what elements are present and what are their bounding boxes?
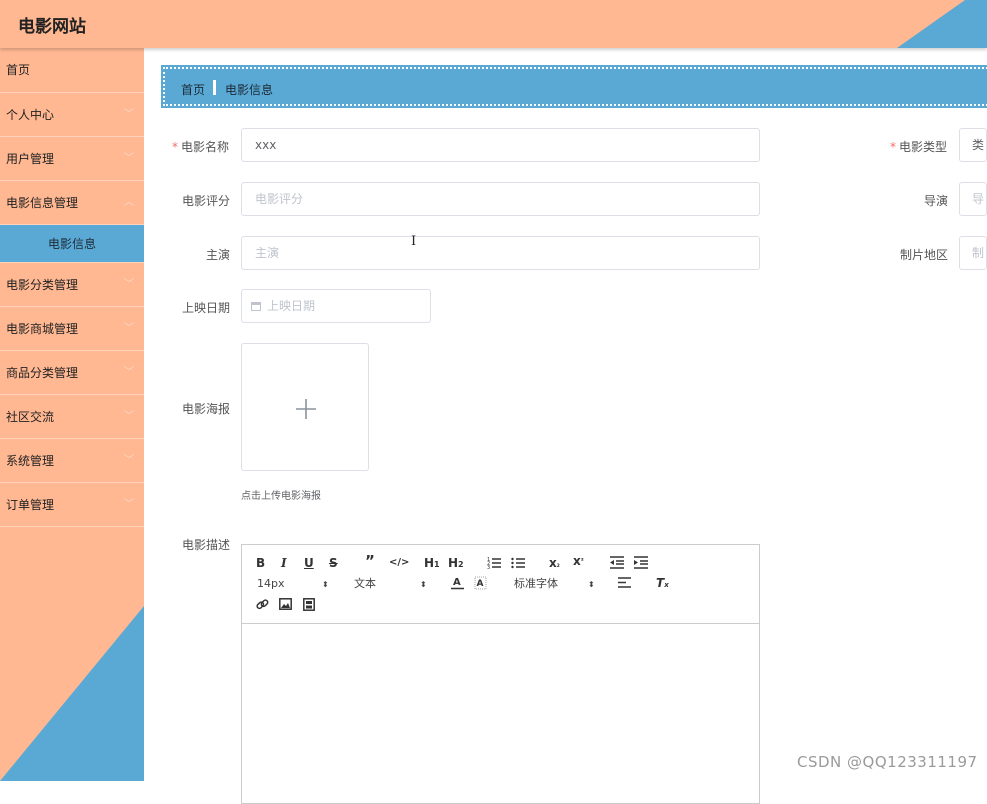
svg-text:A: A [477,579,484,589]
chevron-down-icon: ﹀ [124,499,134,510]
font-family-select-arrows-icon: ⬍ [588,580,595,589]
sidebar-item-label: 电影信息管理 [6,196,79,210]
header-2-button[interactable]: H2 [448,556,464,572]
movie-score-input[interactable]: 电影评分 [241,182,760,216]
sidebar-item-home[interactable]: 首页 [0,48,144,93]
header-1-button[interactable]: H1 [424,556,440,572]
watermark: CSDN @QQ123311197 [797,753,978,771]
poster-upload-box[interactable] [241,343,369,471]
chevron-down-icon: ﹀ [124,153,134,164]
indent-icon[interactable] [634,556,648,569]
video-icon[interactable] [303,598,315,611]
chevron-down-icon: ﹀ [124,323,134,334]
movie-type-label: * 电影类型 [890,140,948,154]
chevron-down-icon: ﹀ [124,279,134,290]
sidebar-item-label: 社区交流 [6,410,55,424]
image-icon[interactable] [279,598,292,610]
sidebar: 首页 个人中心 ﹀ 用户管理 ﹀ 电影信息管理 ︿ 电影信息 电影分类管理 ﹀ … [0,48,144,781]
background-color-icon[interactable]: A [474,576,487,590]
chevron-down-icon: ﹀ [124,411,134,422]
chevron-up-icon: ︿ [124,197,134,208]
region-input[interactable]: 制 [959,236,987,270]
font-size-select[interactable]: 14px [257,577,285,591]
director-input[interactable]: 导 [959,182,987,216]
subscript-button[interactable]: x₂ [549,556,560,572]
calendar-icon [251,302,261,311]
chevron-down-icon: ﹀ [124,455,134,466]
sidebar-item-label: 电影分类管理 [6,278,79,292]
chevron-down-icon: ﹀ [124,109,134,120]
release-date-picker[interactable]: 上映日期 [241,289,431,323]
breadcrumb: 首页 电影信息 [161,65,987,108]
blockquote-button[interactable]: ” [365,554,375,569]
sidebar-corner-decoration [0,606,144,781]
text-style-select-arrows-icon: ⬍ [420,580,427,589]
svg-text:3: 3 [487,565,490,569]
sidebar-item-order-management[interactable]: 订单管理 ﹀ [0,483,144,527]
font-family-select[interactable]: 标准字体 [514,577,558,591]
svg-text:A: A [453,577,461,588]
app-header: 电影网站 [0,0,987,48]
strikethrough-button[interactable]: S [329,556,338,570]
sidebar-item-label: 系统管理 [6,454,55,468]
bold-button[interactable]: B [256,556,265,570]
link-icon[interactable] [256,598,269,611]
sidebar-item-label: 订单管理 [6,498,55,512]
editor-toolbar: B I U S ” </> H1 H2 1 2 3 x₂ x² 14px ⬍ 文… [242,545,759,624]
sidebar-item-label: 电影商城管理 [6,322,79,336]
sidebar-item-label: 用户管理 [6,152,55,166]
director-label: 导演 [924,194,949,208]
description-label: 电影描述 [182,538,231,552]
sidebar-item-product-category-management[interactable]: 商品分类管理 ﹀ [0,351,144,395]
breadcrumb-separator [213,80,216,95]
superscript-button[interactable]: x² [573,554,584,568]
sidebar-item-movie-info-management[interactable]: 电影信息管理 ︿ [0,181,144,225]
rich-text-editor: B I U S ” </> H1 H2 1 2 3 x₂ x² 14px ⬍ 文… [241,544,760,804]
chevron-down-icon: ﹀ [124,367,134,378]
text-color-icon[interactable]: A [451,576,464,590]
text-cursor-icon: I [411,234,417,249]
actor-input[interactable]: 主演 [241,236,760,270]
sidebar-item-user-management[interactable]: 用户管理 ﹀ [0,137,144,181]
actor-label: 主演 [206,248,231,262]
release-date-label: 上映日期 [182,301,231,315]
movie-type-select[interactable]: 类 [959,128,987,162]
movie-name-label: * 电影名称 [172,140,230,154]
breadcrumb-home[interactable]: 首页 [181,81,205,98]
sidebar-item-personal-center[interactable]: 个人中心 ﹀ [0,93,144,137]
movie-score-label: 电影评分 [182,194,231,208]
italic-button[interactable]: I [281,556,287,570]
region-label: 制片地区 [900,248,949,262]
movie-name-input[interactable]: xxx [241,128,760,162]
sidebar-subitem-label: 电影信息 [47,237,96,251]
sidebar-item-label: 首页 [6,63,31,77]
text-style-select[interactable]: 文本 [354,577,376,591]
poster-upload-tip: 点击上传电影海报 [241,491,321,502]
sidebar-item-label: 商品分类管理 [6,366,79,380]
sidebar-item-community[interactable]: 社区交流 ﹀ [0,395,144,439]
font-size-select-arrows-icon: ⬍ [322,580,329,589]
clear-format-button[interactable]: Tx [656,576,669,592]
bullet-list-icon[interactable] [511,556,525,569]
editor-content-area[interactable] [242,624,759,804]
breadcrumb-current: 电影信息 [225,83,274,97]
outdent-icon[interactable] [610,556,624,569]
site-title: 电影网站 [18,17,86,37]
plus-icon [296,399,316,419]
sidebar-subitem-movie-info[interactable]: 电影信息 [0,225,144,263]
sidebar-item-movie-category-management[interactable]: 电影分类管理 ﹀ [0,263,144,307]
underline-button[interactable]: U [304,556,314,570]
header-corner-decoration [897,0,987,48]
poster-label: 电影海报 [182,402,231,416]
sidebar-item-label: 个人中心 [6,108,55,122]
code-block-button[interactable]: </> [389,556,409,570]
sidebar-item-system-management[interactable]: 系统管理 ﹀ [0,439,144,483]
align-icon[interactable] [618,577,631,589]
ordered-list-icon[interactable]: 1 2 3 [487,556,501,569]
sidebar-item-movie-mall-management[interactable]: 电影商城管理 ﹀ [0,307,144,351]
